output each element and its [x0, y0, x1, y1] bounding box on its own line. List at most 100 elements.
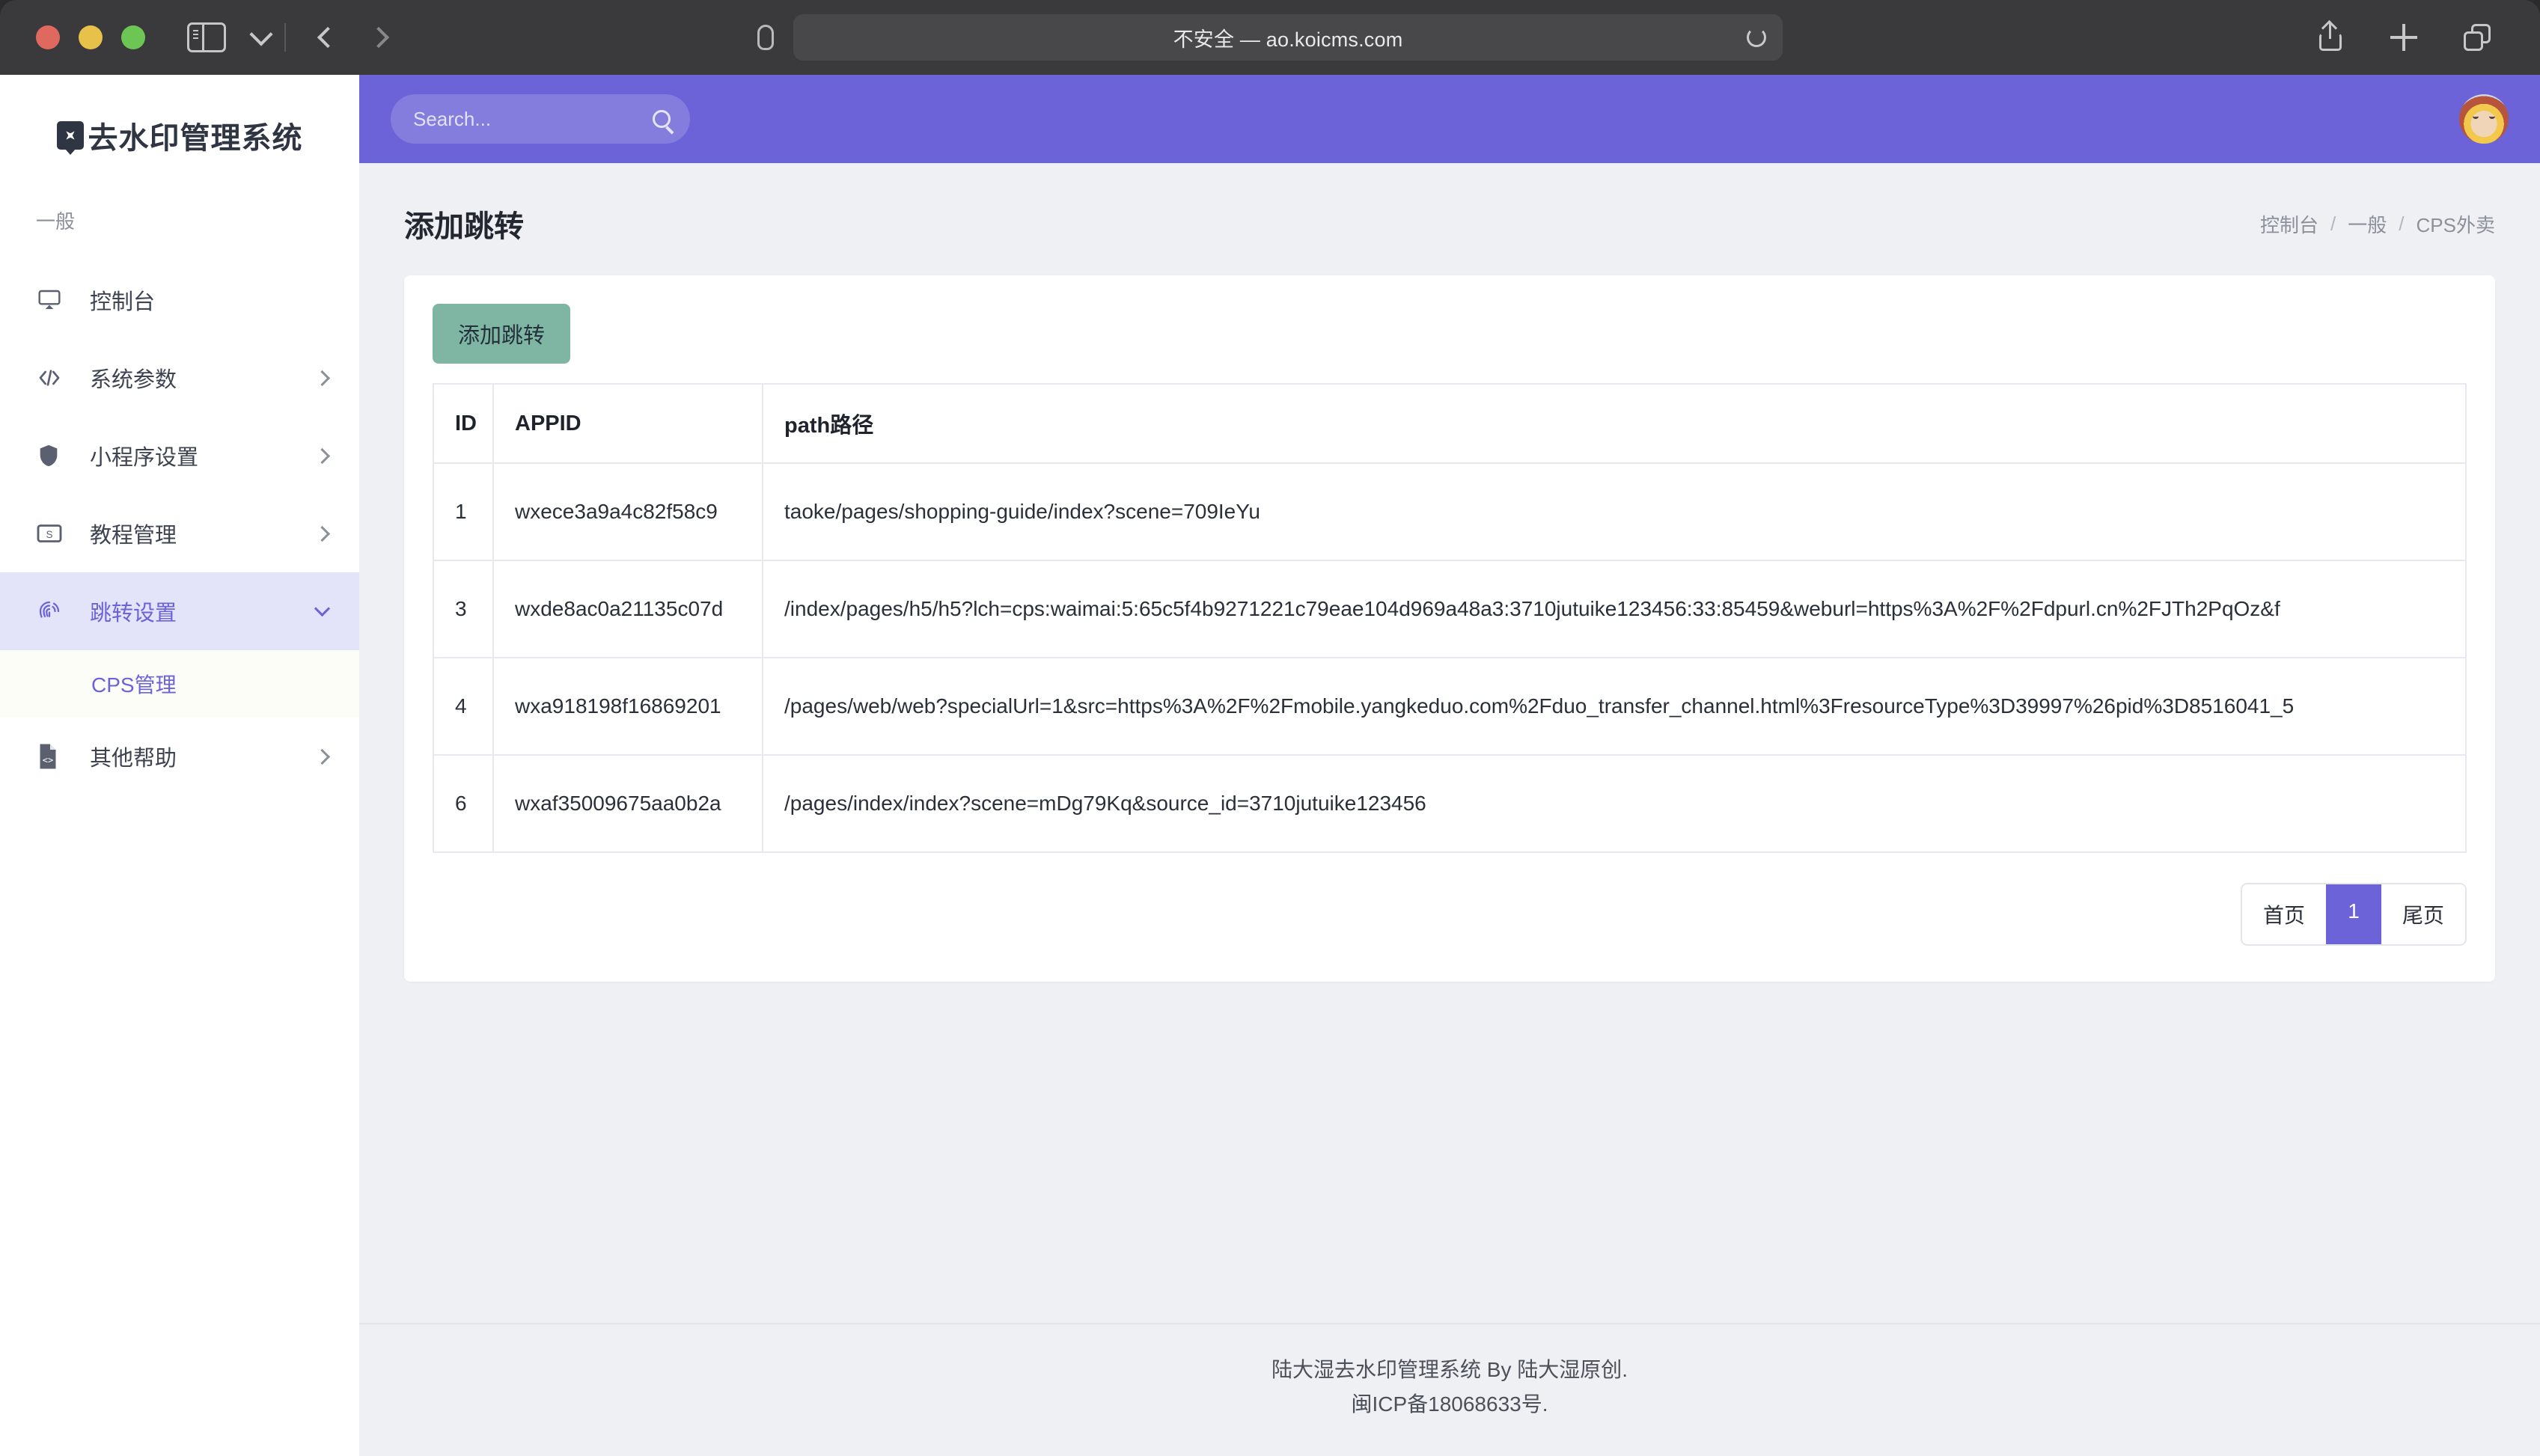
- cell-appid: wxde8ac0a21135c07d: [493, 560, 763, 658]
- cell-id: 4: [433, 657, 494, 756]
- sidebar-item-other-help[interactable]: <> 其他帮助: [0, 718, 359, 795]
- breadcrumb-item-general[interactable]: 一般: [2348, 210, 2387, 238]
- table-row[interactable]: 1 wxece3a9a4c82f58c9 taoke/pages/shoppin…: [433, 462, 2467, 561]
- code-icon: [36, 366, 70, 390]
- sidebar-subitem-cps-management[interactable]: CPS管理: [0, 650, 359, 718]
- tabs-icon[interactable]: [2464, 24, 2491, 51]
- pagination: 首页 1 尾页: [433, 883, 2467, 946]
- sidebar-subitem-label: CPS管理: [91, 673, 177, 697]
- back-arrow-icon[interactable]: [317, 26, 339, 49]
- sidebar-toggle-icon[interactable]: [187, 22, 226, 52]
- content-card: 添加跳转 ID APPID path路径 1 wxece3a9a4c82f58c…: [404, 275, 2495, 982]
- table-head: ID APPID path路径: [433, 383, 2467, 464]
- browser-toolbar: 不安全 — ao.koicms.com: [0, 0, 2540, 75]
- window-controls: [36, 25, 145, 49]
- sidebar-item-label: 小程序设置: [90, 446, 199, 470]
- top-navbar: Search...: [359, 75, 2540, 163]
- breadcrumb-separator: /: [2399, 212, 2405, 235]
- search-placeholder: Search...: [413, 107, 492, 130]
- sidebar-item-label: 其他帮助: [90, 747, 177, 771]
- sidebar-item-label: 控制台: [90, 290, 156, 314]
- sidebar: 去水印管理系统 一般 控制台 系统参数 小程序设置 S 教程管理 跳转设置 CP…: [0, 75, 359, 1456]
- sidebar-item-system-params[interactable]: 系统参数: [0, 339, 359, 417]
- pagination-first-page[interactable]: 首页: [2241, 884, 2326, 944]
- column-header-appid: APPID: [493, 383, 763, 464]
- breadcrumb-item-current: CPS外卖: [2416, 213, 2495, 236]
- sidebar-item-label: 教程管理: [90, 524, 177, 548]
- page-header: 添加跳转 控制台 / 一般 / CPS外卖: [359, 163, 2540, 275]
- share-icon[interactable]: [2317, 22, 2344, 51]
- breadcrumb-item-console[interactable]: 控制台: [2260, 210, 2318, 238]
- cell-appid: wxaf35009675aa0b2a: [493, 754, 763, 853]
- reload-icon[interactable]: [1747, 28, 1766, 47]
- money-icon: S: [36, 522, 70, 545]
- file-code-icon: <>: [36, 743, 70, 770]
- chevron-right-icon: [314, 370, 331, 386]
- page-title: 添加跳转: [404, 210, 524, 243]
- chevron-down-icon: [314, 600, 331, 617]
- sidebar-item-label: 系统参数: [90, 368, 177, 392]
- sidebar-item-label: 跳转设置: [90, 602, 177, 625]
- sidebar-item-console[interactable]: 控制台: [0, 261, 359, 339]
- url-text: 不安全 — ao.koicms.com: [1173, 28, 1403, 51]
- chevron-right-icon: [314, 525, 331, 542]
- maximize-window-button[interactable]: [121, 25, 145, 49]
- plus-icon[interactable]: [2390, 24, 2417, 51]
- redirects-table: ID APPID path路径 1 wxece3a9a4c82f58c9 tao…: [433, 383, 2467, 853]
- table-row[interactable]: 6 wxaf35009675aa0b2a /pages/index/index?…: [433, 754, 2467, 853]
- cell-path: /pages/index/index?scene=mDg79Kq&source_…: [763, 754, 2467, 853]
- table-row[interactable]: 4 wxa918198f16869201 /pages/web/web?spec…: [433, 657, 2467, 756]
- fingerprint-icon: [36, 598, 70, 625]
- cell-appid: wxa918198f16869201: [493, 657, 763, 756]
- breadcrumb: 控制台 / 一般 / CPS外卖: [2260, 210, 2495, 238]
- sparkle-badge-icon: [56, 121, 84, 155]
- chevron-right-icon: [314, 447, 331, 464]
- brand-title: 去水印管理系统: [88, 122, 303, 155]
- chevron-right-icon: [314, 748, 331, 765]
- column-header-path: path路径: [763, 383, 2467, 464]
- cell-path: /pages/web/web?specialUrl=1&src=https%3A…: [763, 657, 2467, 756]
- svg-text:<>: <>: [43, 755, 53, 765]
- cell-path: taoke/pages/shopping-guide/index?scene=7…: [763, 462, 2467, 561]
- footer-line-2: 闽ICP备18068633号.: [1351, 1392, 1548, 1416]
- svg-text:S: S: [46, 529, 52, 540]
- avatar[interactable]: [2459, 94, 2509, 144]
- shield-icon[interactable]: [757, 25, 774, 50]
- add-redirect-button[interactable]: 添加跳转: [433, 304, 571, 364]
- cell-appid: wxece3a9a4c82f58c9: [493, 462, 763, 561]
- search-icon[interactable]: [653, 110, 671, 128]
- chevron-down-icon[interactable]: [249, 22, 273, 46]
- main-content: Search... 添加跳转 控制台 / 一般 / CPS外卖 添加跳转 ID …: [359, 75, 2540, 1456]
- sidebar-item-miniprogram-settings[interactable]: 小程序设置: [0, 417, 359, 495]
- cell-id: 6: [433, 754, 494, 853]
- page-footer: 陆大湿去水印管理系统 By 陆大湿原创. 闽ICP备18068633号.: [359, 1322, 2540, 1456]
- pagination-last-page[interactable]: 尾页: [2381, 884, 2465, 944]
- sidebar-item-tutorial-management[interactable]: S 教程管理: [0, 495, 359, 572]
- table-row[interactable]: 3 wxde8ac0a21135c07d /index/pages/h5/h5?…: [433, 560, 2467, 658]
- address-bar[interactable]: 不安全 — ao.koicms.com: [793, 14, 1783, 61]
- toolbar-right-icons: [2317, 22, 2512, 51]
- brand[interactable]: 去水印管理系统: [0, 75, 359, 207]
- cell-id: 1: [433, 462, 494, 561]
- table-header-row: ID APPID path路径: [433, 383, 2467, 464]
- minimize-window-button[interactable]: [79, 25, 103, 49]
- sidebar-item-redirect-settings[interactable]: 跳转设置: [0, 572, 359, 650]
- sidebar-lines: [193, 30, 198, 39]
- toolbar-divider: [284, 23, 286, 52]
- navigation-arrows: [317, 26, 390, 49]
- search-input[interactable]: Search...: [391, 94, 690, 144]
- footer-line-1: 陆大湿去水印管理系统 By 陆大湿原创.: [1271, 1357, 1628, 1381]
- monitor-icon: [36, 288, 70, 312]
- address-bar-container: 不安全 — ao.koicms.com: [757, 14, 1783, 61]
- close-window-button[interactable]: [36, 25, 60, 49]
- cell-path: /index/pages/h5/h5?lch=cps:waimai:5:65c5…: [763, 560, 2467, 658]
- page-body: 去水印管理系统 一般 控制台 系统参数 小程序设置 S 教程管理 跳转设置 CP…: [0, 75, 2540, 1456]
- column-header-id: ID: [433, 383, 494, 464]
- pagination-page-1[interactable]: 1: [2325, 884, 2381, 944]
- pagination-group: 首页 1 尾页: [2240, 883, 2467, 946]
- sidebar-section-title: 一般: [36, 210, 76, 233]
- forward-arrow-icon[interactable]: [367, 26, 390, 49]
- browser-window: 不安全 — ao.koicms.com 去水印管理系统 一般 控制台 系统参数 …: [0, 0, 2540, 1456]
- cell-id: 3: [433, 560, 494, 658]
- table-container: ID APPID path路径 1 wxece3a9a4c82f58c9 tao…: [433, 383, 2467, 853]
